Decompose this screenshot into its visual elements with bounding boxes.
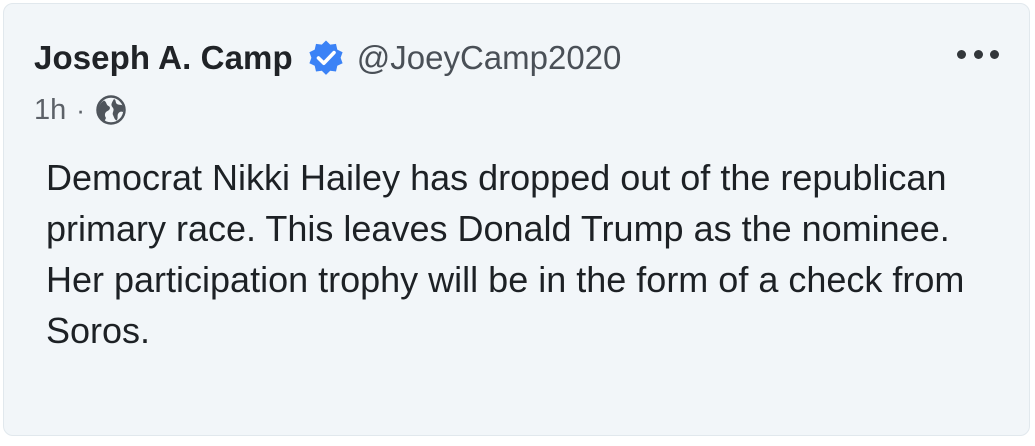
post-time[interactable]: 1h xyxy=(34,94,66,127)
author-name[interactable]: Joseph A. Camp xyxy=(34,39,293,77)
verified-badge-icon xyxy=(307,39,345,77)
post-body-line: Democrat Nikki Hailey has dropped out of… xyxy=(46,157,950,249)
post-card[interactable]: Joseph A. Camp @JoeyCamp2020 1h · Democr… xyxy=(3,3,1030,436)
post-body-line: Her participation trophy will be in the … xyxy=(46,259,965,351)
post-body: Democrat Nikki Hailey has dropped out of… xyxy=(46,152,1006,356)
post-meta: 1h · xyxy=(34,90,127,130)
more-options-icon[interactable] xyxy=(957,44,999,64)
globe-icon xyxy=(95,94,127,126)
post-header: Joseph A. Camp @JoeyCamp2020 xyxy=(34,34,621,82)
author-handle[interactable]: @JoeyCamp2020 xyxy=(357,39,622,77)
meta-separator: · xyxy=(76,94,85,125)
